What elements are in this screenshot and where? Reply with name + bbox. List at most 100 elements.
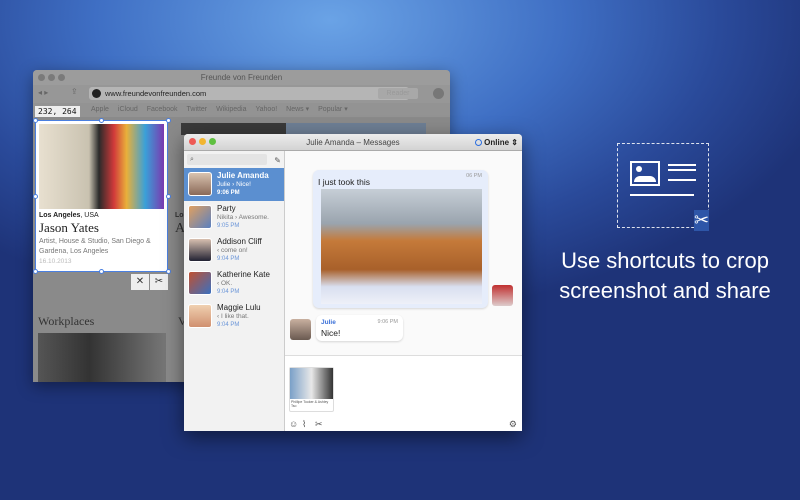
url-text: www.freundevonfreunden.com [105, 89, 207, 98]
share-icon[interactable]: ⇪ [71, 87, 78, 96]
conversation-time: 9:04 PM [217, 256, 240, 262]
messages-title: Julie Amanda – Messages [306, 138, 400, 147]
conversation-preview: ‹ I like that. [217, 313, 249, 320]
conversation-time: 9:04 PM [217, 322, 240, 328]
bookmark-popular[interactable]: Popular ▾ [318, 106, 348, 113]
message-time: 06 PM [466, 173, 482, 179]
compose-area[interactable]: Phillipe Tooker & Ashley Tso ☺ ⌇ ✂ ⚙ [285, 355, 522, 431]
avatar [188, 271, 212, 295]
conversation-name: Maggie Lulu [217, 303, 261, 312]
section-heading: Workplaces [38, 314, 95, 328]
avatar [188, 238, 212, 262]
conversation-preview: ‹ OK. [217, 280, 233, 287]
scissors-icon[interactable]: ✂ [315, 419, 323, 430]
browser-titlebar: Freunde von Freunden [33, 70, 450, 85]
message-text: Nice! [321, 328, 341, 338]
attachment-photo [290, 368, 333, 399]
conversation-time: 9:05 PM [217, 223, 240, 229]
conversation-name: Julie Amanda [217, 171, 269, 180]
message-bubble-sent: I just took this 06 PM [313, 170, 488, 308]
card-location-city: Los Angeles [39, 212, 81, 219]
artist-photo [39, 124, 164, 209]
close-window-button[interactable] [189, 138, 196, 145]
bookmark-twitter[interactable]: Twitter [187, 106, 208, 113]
promo-line-1: Use shortcuts to crop [561, 248, 769, 273]
scissors-icon: ✂ [694, 210, 710, 231]
reader-button[interactable]: Reader [378, 88, 418, 99]
close-window-button[interactable] [38, 74, 45, 81]
own-avatar [492, 285, 513, 306]
new-message-icon[interactable]: ✎ [274, 156, 281, 165]
resize-handle[interactable] [33, 269, 38, 274]
search-input[interactable]: ⌕ [187, 154, 267, 165]
conversation-time: 9:04 PM [217, 289, 240, 295]
emoji-icon[interactable]: ☺ [289, 419, 298, 429]
message-time: 9:06 PM [377, 319, 398, 325]
downloads-icon[interactable] [433, 88, 444, 99]
resize-handle[interactable] [166, 194, 171, 199]
capture-selection[interactable]: Los Angeles, USA Jason Yates Artist, Hou… [35, 120, 168, 272]
bookmark-icloud[interactable]: iCloud [118, 106, 138, 113]
site-favicon-icon [92, 89, 101, 98]
conversation-item[interactable]: Maggie Lulu ‹ I like that. 9:04 PM [184, 300, 284, 333]
bookmark-apple[interactable]: Apple [91, 106, 109, 113]
message-sender: Julie [321, 319, 336, 326]
minimize-window-button[interactable] [199, 138, 206, 145]
bookmark-wikipedia[interactable]: Wikipedia [216, 106, 246, 113]
promo-text: Use shortcuts to crop screenshot and sha… [540, 246, 790, 306]
conversation-preview: Nikita › Awesome. [217, 214, 269, 221]
dog-photo [321, 189, 482, 304]
conversation-preview: ‹ come on! [217, 247, 248, 254]
status-label: Online [484, 138, 510, 147]
conversation-item[interactable]: Party Nikita › Awesome. 9:05 PM [184, 201, 284, 234]
conversation-item[interactable]: Addison Cliff ‹ come on! 9:04 PM [184, 234, 284, 267]
conversation-name: Party [217, 204, 236, 213]
cancel-capture-button[interactable]: ✕ [131, 274, 149, 290]
conversation-preview: Julie › Nice! [217, 181, 251, 188]
resize-handle[interactable] [33, 118, 38, 123]
share-capture-button[interactable]: ✂ [150, 274, 168, 290]
url-bar[interactable]: www.freundevonfreunden.com ↻ [89, 87, 409, 100]
resize-handle[interactable] [33, 194, 38, 199]
resize-handle[interactable] [99, 118, 104, 123]
back-forward-buttons[interactable]: ◂ ▸ [38, 88, 48, 97]
bookmark-news[interactable]: News ▾ [286, 106, 309, 113]
attachment-caption: Phillipe Tooker & Ashley Tso [291, 400, 329, 408]
messages-titlebar: Julie Amanda – Messages Online ⇕ [184, 134, 522, 151]
minimize-window-button[interactable] [48, 74, 55, 81]
bookmarks-bar: Apple iCloud Facebook Twitter Wikipedia Yahoo… [33, 103, 450, 117]
browser-toolbar: ◂ ▸ ⇪ www.freundevonfreunden.com ↻ Reade… [33, 85, 450, 103]
zoom-window-button[interactable] [58, 74, 65, 81]
gear-icon[interactable]: ⚙ [509, 419, 517, 430]
conversation-time: 9:06 PM [217, 190, 240, 196]
conversation-list: ⌕ ✎ Julie Amanda Julie › Nice! 9:06 PM Par… [184, 151, 285, 431]
card-name: Jason Yates [39, 220, 99, 235]
partial-label: Lo [175, 212, 184, 219]
conversation-name: Katherine Kate [217, 270, 270, 279]
conversation-name: Addison Cliff [217, 237, 262, 246]
browser-title: Freunde von Freunden [200, 73, 283, 82]
chat-transcript: I just took this 06 PM Julie 9:06 PM Nic… [285, 151, 522, 355]
resize-handle[interactable] [166, 118, 171, 123]
resize-handle[interactable] [99, 269, 104, 274]
message-text: I just took this [318, 177, 370, 187]
card-location-country: , USA [80, 212, 99, 219]
image-icon [630, 161, 660, 186]
zoom-window-button[interactable] [209, 138, 216, 145]
card-description: Artist, House & Studio, San Diego & Gard… [39, 238, 151, 255]
avatar [188, 205, 212, 229]
conversation-item[interactable]: Julie Amanda Julie › Nice! 9:06 PM [184, 168, 284, 201]
avatar [188, 304, 212, 328]
attachment-icon[interactable]: ⌇ [302, 419, 306, 430]
status-icon [474, 139, 482, 146]
attachment-preview[interactable]: Phillipe Tooker & Ashley Tso [289, 367, 334, 412]
status-selector[interactable]: Online ⇕ [474, 134, 518, 151]
avatar [290, 319, 311, 340]
bookmark-yahoo[interactable]: Yahoo! [256, 106, 278, 113]
promo-line-2: screenshot and share [559, 278, 771, 303]
message-bubble-received: Julie 9:06 PM Nice! [316, 315, 403, 341]
messages-window: Julie Amanda – Messages Online ⇕ ⌕ ✎ Jul… [184, 134, 522, 431]
crop-screenshot-icon: ✂ [617, 143, 710, 231]
conversation-item[interactable]: Katherine Kate ‹ OK. 9:04 PM [184, 267, 284, 300]
bookmark-facebook[interactable]: Facebook [147, 106, 178, 113]
